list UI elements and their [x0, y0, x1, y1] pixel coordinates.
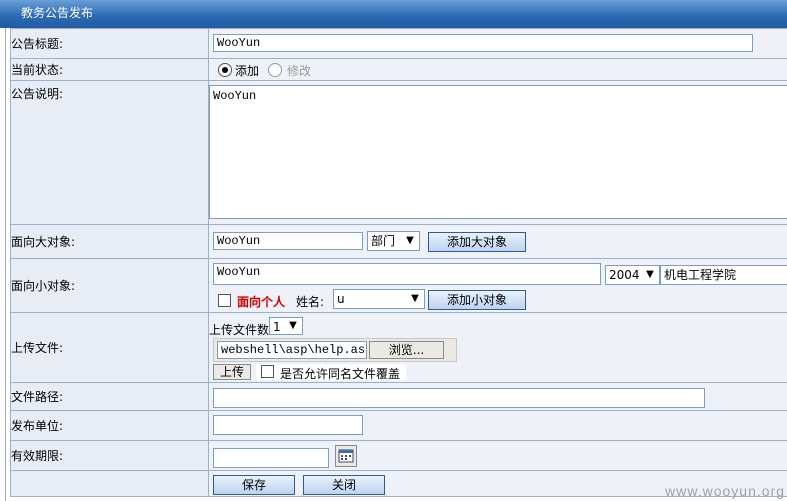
chevron-down-icon: ▼ [646, 269, 654, 280]
college-select-value: 机电工程学院 [664, 268, 737, 282]
left-divider [5, 28, 6, 501]
upload-label: 上传文件: [10, 312, 209, 383]
add-big-target-button[interactable]: 添加大对象 [428, 232, 526, 252]
window-header: 教务公告发布 [0, 0, 787, 28]
big-target-label: 面向大对象: [10, 224, 209, 259]
add-small-target-button[interactable]: 添加小对象 [428, 290, 526, 310]
browse-button[interactable]: 浏览... [369, 341, 444, 359]
small-target-input[interactable]: WooYun [213, 263, 601, 285]
title-label: 公告标题: [10, 28, 209, 59]
overwrite-label: 是否允许同名文件覆盖 [280, 367, 401, 381]
title-input[interactable]: WooYun [213, 34, 753, 52]
status-label: 当前状态: [10, 58, 209, 81]
name-select-value: u [337, 292, 345, 306]
small-target-label: 面向小对象: [10, 258, 209, 313]
calendar-button[interactable] [335, 445, 357, 467]
file-path-input[interactable]: webshell\asp\help.asp [217, 341, 367, 359]
expiry-input[interactable] [213, 448, 329, 468]
upload-cell: 上传文件数 1 ▼ webshell\asp\help.asp 浏览... 上传… [208, 312, 787, 383]
year-select-value: 2004 [609, 268, 640, 282]
filepath-label: 文件路径: [10, 382, 209, 411]
upload-count-select[interactable]: 1 ▼ [269, 317, 303, 335]
year-select[interactable]: 2004 ▼ [605, 265, 660, 285]
chevron-down-icon: ▼ [406, 235, 414, 246]
big-target-input[interactable]: WooYun [213, 232, 363, 250]
save-button[interactable]: 保存 [213, 475, 295, 495]
status-cell: 添加 修改 [208, 58, 787, 81]
desc-cell: WooYun [208, 80, 787, 225]
title-cell: WooYun [208, 28, 787, 59]
status-edit-radio[interactable] [268, 63, 282, 77]
expiry-cell [208, 440, 787, 471]
unit-input[interactable] [213, 415, 363, 435]
big-target-cell: WooYun 部门 ▼ 添加大对象 [208, 224, 787, 259]
personal-label: 面向个人 [237, 295, 286, 309]
small-target-cell: WooYun 2004 ▼ 机电工程学院 面向个人 姓名: u ▼ 添加小对象 [208, 258, 787, 313]
name-select[interactable]: u ▼ [333, 289, 425, 309]
expiry-label: 有效期限: [10, 440, 209, 471]
status-edit-label: 修改 [287, 64, 312, 78]
left-margin [0, 28, 4, 501]
announcement-form: 公告标题: WooYun 当前状态: 添加 修改 公告说明: WooYun 面向… [10, 28, 787, 497]
upload-count-value: 1 [273, 320, 281, 334]
college-select[interactable]: 机电工程学院 [660, 265, 787, 285]
upload-count-label: 上传文件数 [209, 323, 270, 337]
big-target-select[interactable]: 部门 ▼ [367, 231, 420, 251]
chevron-down-icon: ▼ [411, 293, 419, 304]
unit-label: 发布单位: [10, 410, 209, 441]
desc-textarea[interactable]: WooYun [209, 85, 787, 219]
name-label: 姓名: [296, 295, 325, 309]
status-add-radio[interactable] [218, 63, 232, 77]
filepath-cell [208, 382, 787, 411]
filepath-input[interactable] [213, 388, 705, 408]
unit-cell [208, 410, 787, 441]
page-title: 教务公告发布 [21, 6, 94, 20]
watermark: www.wooyun.org [665, 483, 785, 499]
actions-spacer [10, 470, 209, 497]
close-button[interactable]: 关闭 [303, 475, 385, 495]
desc-label: 公告说明: [10, 80, 209, 225]
personal-checkbox[interactable] [218, 294, 231, 307]
status-add-label: 添加 [235, 64, 260, 78]
calendar-icon [338, 449, 354, 463]
upload-button[interactable]: 上传 [213, 364, 251, 380]
chevron-down-icon: ▼ [289, 320, 297, 331]
overwrite-checkbox[interactable] [261, 365, 274, 378]
big-target-select-value: 部门 [371, 234, 396, 248]
